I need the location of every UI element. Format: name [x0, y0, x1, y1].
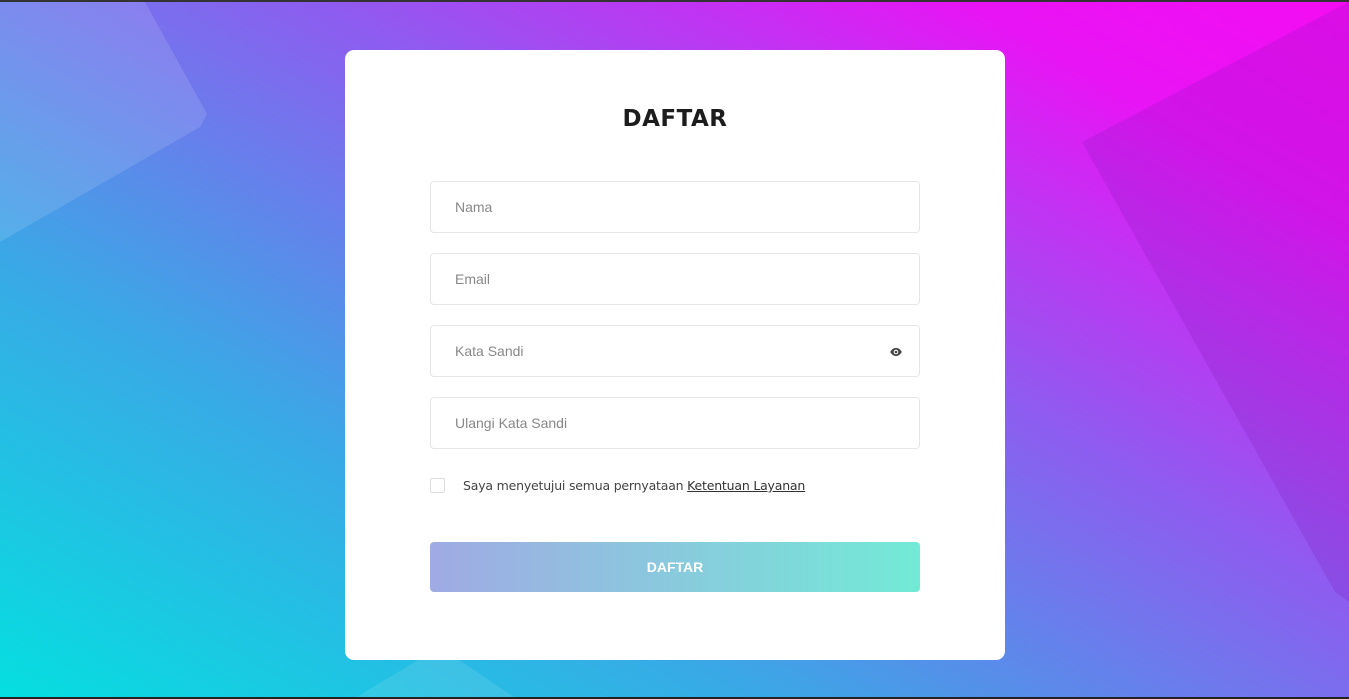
page-background: DAFTAR Saya menyetujui semua pernyataan …	[0, 0, 1349, 699]
confirm-password-input[interactable]	[431, 398, 919, 448]
terms-text: Saya menyetujui semua pernyataan	[463, 478, 688, 493]
page-title: DAFTAR	[622, 106, 728, 132]
password-field-wrapper	[430, 325, 920, 377]
name-input[interactable]	[431, 182, 919, 232]
email-input[interactable]	[431, 254, 919, 304]
submit-button[interactable]: DAFTAR	[430, 542, 920, 592]
name-field-wrapper	[430, 181, 920, 233]
terms-checkbox[interactable]	[430, 478, 445, 493]
email-field-wrapper	[430, 253, 920, 305]
eye-icon[interactable]	[889, 345, 903, 359]
terms-row: Saya menyetujui semua pernyataan Ketentu…	[430, 478, 805, 493]
terms-link[interactable]: Ketentuan Layanan	[687, 478, 805, 493]
confirm-password-field-wrapper	[430, 397, 920, 449]
terms-label: Saya menyetujui semua pernyataan Ketentu…	[463, 478, 805, 493]
password-input[interactable]	[431, 326, 919, 376]
register-card: DAFTAR Saya menyetujui semua pernyataan …	[345, 50, 1005, 660]
